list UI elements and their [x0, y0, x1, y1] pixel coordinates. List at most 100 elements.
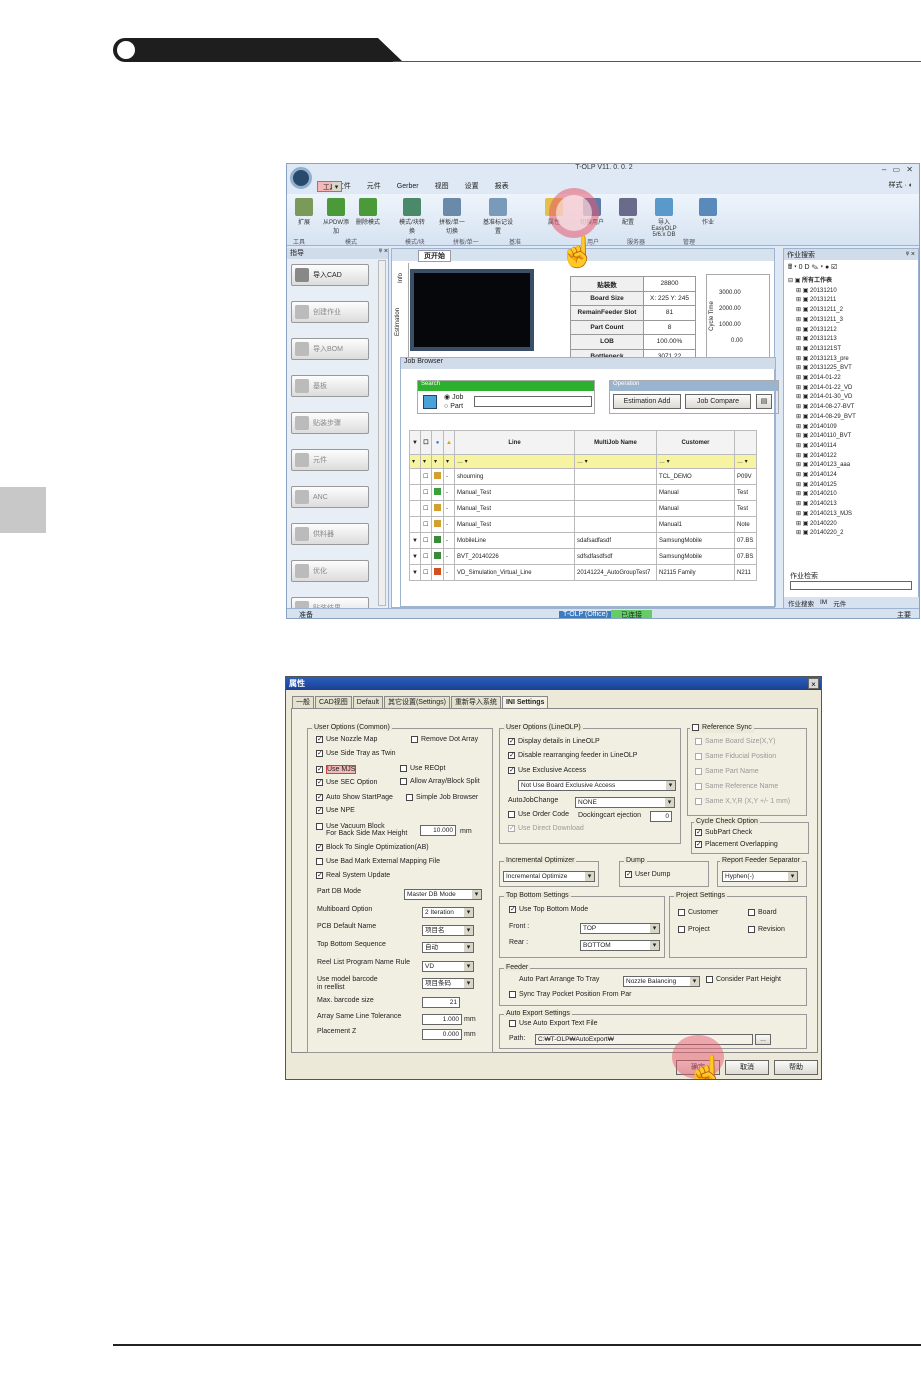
tab-estimation[interactable]: Estimation [395, 308, 401, 336]
column-header[interactable]: Line [454, 430, 575, 455]
dialog-tab[interactable]: 一般 [292, 696, 314, 708]
checkbox-box[interactable]: ✓ [316, 844, 323, 851]
menu-item[interactable]: 报表 [490, 181, 514, 193]
part-db-select[interactable]: Master DB Mode [404, 889, 482, 900]
disable-rearrange-checkbox[interactable]: ✓ Disable rearranging feeder in LineOLP [508, 752, 637, 759]
menu-item[interactable]: 设置 [460, 181, 484, 193]
guide-step-button[interactable]: 创建作业 [291, 301, 369, 323]
tree-item[interactable]: ⊞ ▣ 20131213_pre [788, 355, 856, 365]
menu-item[interactable]: 元件 [362, 181, 386, 193]
filter-cell[interactable]: ▾ [420, 454, 432, 469]
guide-scrollbar[interactable] [378, 260, 386, 606]
job-search-toolbar[interactable]: 🖩 ▾ 0 D ✎ ▾ ● ☑ [788, 263, 837, 274]
board-checkbox[interactable]: Board [748, 909, 777, 916]
dialog-tab[interactable]: Default [352, 696, 383, 708]
table-row[interactable]: ▼ ☐ - VD_Simulation_Virtual_Line 20141224_Au… [409, 564, 757, 581]
column-header[interactable]: Customer [656, 430, 735, 455]
checkbox-box[interactable] [695, 753, 702, 760]
sync-tray-checkbox[interactable]: Sync Tray Pocket Position From Par [509, 991, 631, 998]
dialog-tab[interactable]: CAD视图 [315, 696, 352, 708]
expand-cell[interactable] [409, 468, 421, 485]
tree-item[interactable]: ⊞ ▣ 20140220_2 [788, 529, 856, 539]
table-row[interactable]: ☐ - shourning TCL_DEMO P09V [409, 468, 757, 485]
table-row[interactable]: ▼ ☐ - BVT_20140226 sdfsdfasdfsdf SamsungMobil… [409, 548, 757, 565]
close-icon[interactable]: × [808, 678, 819, 689]
tb-sequence-select[interactable]: 自动 [422, 942, 474, 953]
revision-checkbox[interactable]: Revision [748, 926, 785, 933]
check-col-header[interactable]: ☐ [420, 430, 432, 455]
tree-item[interactable]: ⊞ ▣ 20140110_BVT [788, 432, 856, 442]
search-input[interactable] [474, 396, 592, 407]
job-search-input[interactable] [790, 581, 912, 590]
guide-step-button[interactable]: 导入BOM [291, 338, 369, 360]
ribbon-button[interactable]: 作业 [693, 196, 723, 226]
expand-cell[interactable] [409, 500, 421, 517]
guide-step-button[interactable]: 贴装步骤 [291, 412, 369, 434]
dialog-tab[interactable]: 重新导入系统 [450, 696, 501, 708]
checkbox-box[interactable]: ✓ [316, 794, 323, 801]
checkbox-box[interactable]: ✓ [508, 767, 515, 774]
multiboard-select[interactable]: 2 Iteration [422, 907, 474, 918]
tree-item[interactable]: ⊞ ▣ 20131212 [788, 326, 856, 336]
menu-item[interactable]: 工具 [317, 181, 342, 192]
menu-item[interactable]: Gerber [392, 181, 424, 193]
tree-item[interactable]: ⊞ ▣ 20140122 [788, 452, 856, 462]
tree-item[interactable]: ⊞ ▣ 20131225_BVT [788, 364, 856, 374]
bottom-tab[interactable]: IM [820, 599, 827, 606]
tree-item[interactable]: ⊞ ▣ 2013121ST [788, 345, 856, 355]
checkbox-box[interactable]: ✓ [316, 750, 323, 757]
checkbox-box[interactable]: ✓ [508, 738, 515, 745]
sec-option-checkbox[interactable]: ✓ Use SEC Option [316, 779, 377, 786]
row-checkbox[interactable]: ☐ [420, 484, 432, 501]
menu-item[interactable]: 视图 [430, 181, 454, 193]
filter-cell[interactable]: ▾ [443, 454, 455, 469]
tree-item[interactable]: ⊞ ▣ 20131211_3 [788, 316, 856, 326]
ribbon-button[interactable]: 扩展 [289, 196, 319, 226]
placement-z-input[interactable]: 0.000 [422, 1029, 462, 1040]
filter-cell[interactable]: … ▾ [574, 454, 657, 469]
ribbon-button[interactable]: 从PDW添加 [321, 196, 351, 235]
filter-cell[interactable]: … ▾ [454, 454, 575, 469]
exclusive-access-select[interactable]: Not Use Board Exclusive Access [518, 780, 676, 791]
array-tolerance-input[interactable]: 1.000 [422, 1014, 462, 1025]
table-row[interactable]: ☐ - Manual_Test Manual1 Note [409, 516, 757, 533]
path-input[interactable]: C:₩T-OLP₩AutoExport₩ [535, 1034, 753, 1045]
customer-checkbox[interactable]: Customer [678, 909, 718, 916]
ribbon-button[interactable]: 模式/块转换 [397, 196, 427, 235]
side-tray-checkbox[interactable]: ✓ Use Side Tray as Twin [316, 750, 396, 757]
reference-option-checkbox[interactable]: Same Reference Name [695, 783, 778, 790]
nozzle-balancing-select[interactable]: Nozzle Balancing [623, 976, 700, 987]
checkbox-box[interactable] [695, 783, 702, 790]
tree-root[interactable]: ⊟ ▣ 所有工作表 [788, 277, 856, 287]
tree-item[interactable]: ⊞ ▣ 20140125 [788, 481, 856, 491]
auto-export-checkbox[interactable]: Use Auto Export Text File [509, 1020, 597, 1027]
direct-download-checkbox[interactable]: ✓ Use Direct Download [508, 825, 584, 832]
tree-item[interactable]: ⊞ ▣ 20140213_MJS [788, 510, 856, 520]
row-checkbox[interactable]: ☐ [420, 564, 432, 581]
front-select[interactable]: TOP [580, 923, 660, 934]
dialog-tab[interactable]: INI Settings [501, 696, 549, 708]
checkbox-box[interactable] [695, 738, 702, 745]
order-code-checkbox[interactable]: Use Order Code [508, 811, 569, 818]
tree-item[interactable]: ⊞ ▣ 2014-08-29_BVT [788, 413, 856, 423]
row-checkbox[interactable]: ☐ [420, 516, 432, 533]
expand-cell[interactable]: ▼ [409, 548, 421, 565]
checkbox-box[interactable]: ✓ [316, 766, 323, 773]
tree-item[interactable]: ⊞ ▣ 20131211 [788, 296, 856, 306]
reel-rule-select[interactable]: VD [422, 961, 474, 972]
expand-cell[interactable] [409, 484, 421, 501]
column-header[interactable]: MultiJob Name [574, 430, 657, 455]
tree-item[interactable]: ⊞ ▣ 20140114 [788, 442, 856, 452]
job-compare-button[interactable]: Job Compare [685, 394, 751, 409]
style-menu[interactable]: 样式 · ◐ [889, 180, 913, 190]
checkbox-box[interactable] [400, 778, 407, 785]
allow-array-checkbox[interactable]: Allow Array/Block Split [400, 778, 480, 785]
guide-step-button[interactable]: 基板 [291, 375, 369, 397]
exclusive-access-checkbox[interactable]: ✓ Use Exclusive Access [508, 767, 586, 774]
autojob-select[interactable]: NONE [575, 797, 675, 808]
panel-pin-icon[interactable]: ᵠ × [906, 251, 918, 258]
checkbox-box[interactable] [316, 858, 323, 865]
tree-item[interactable]: ⊞ ▣ 20131211_2 [788, 306, 856, 316]
tree-item[interactable]: ⊞ ▣ 20131210 [788, 287, 856, 297]
bad-mark-checkbox[interactable]: Use Bad Mark External Mapping File [316, 858, 440, 865]
